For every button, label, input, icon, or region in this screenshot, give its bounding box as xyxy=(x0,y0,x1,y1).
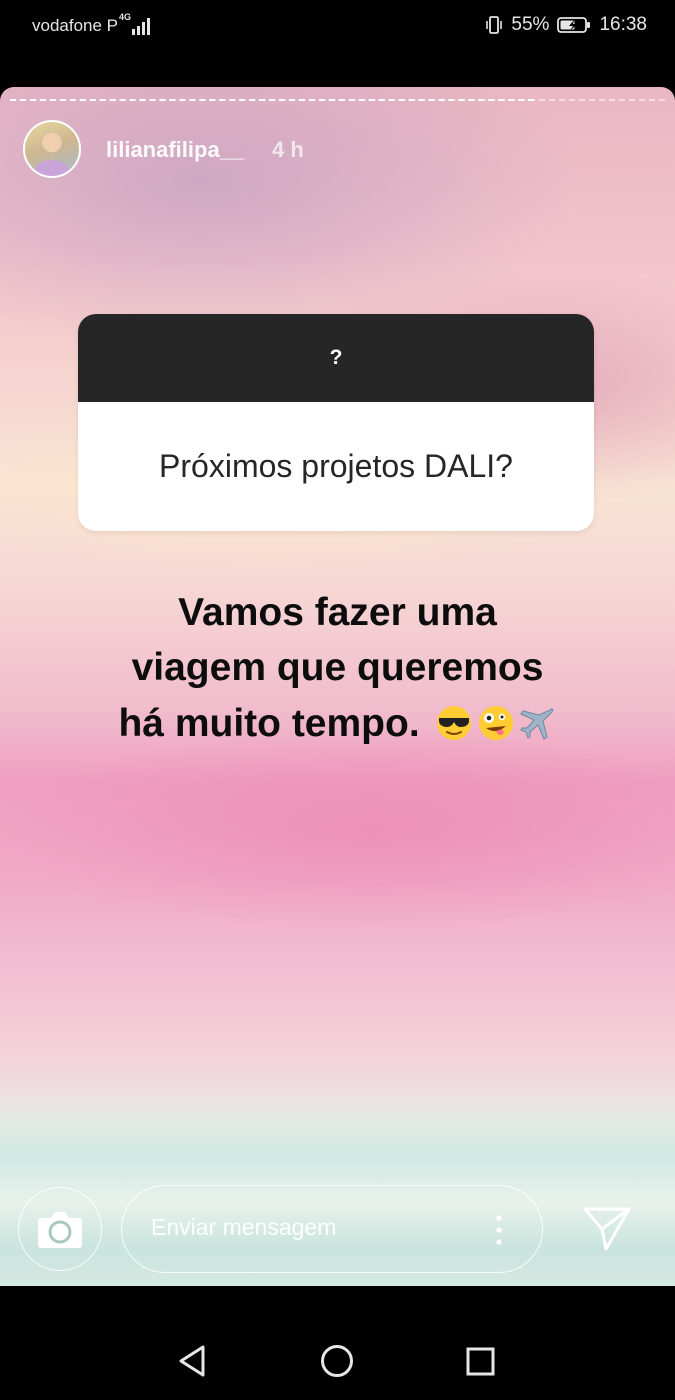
progress-fill xyxy=(10,99,534,101)
username[interactable]: lilianafilipa__ xyxy=(106,137,244,163)
home-icon[interactable] xyxy=(320,1344,354,1378)
story-progress-bar xyxy=(10,99,665,102)
signal-icon xyxy=(132,18,150,35)
carrier-name: vodafone P xyxy=(32,16,119,35)
recents-icon[interactable] xyxy=(466,1347,495,1376)
network-type: 4G xyxy=(119,12,132,22)
message-input[interactable]: Enviar mensagem xyxy=(121,1185,543,1273)
message-placeholder: Enviar mensagem xyxy=(151,1214,337,1240)
answer-text: Vamos fazer uma viagem que queremos há m… xyxy=(60,585,615,751)
answer-line: Vamos fazer uma xyxy=(178,591,497,634)
question-text: Próximos projetos DALI? xyxy=(78,402,594,531)
question-sticker: ? Próximos projetos DALI? xyxy=(78,314,594,531)
camera-icon xyxy=(38,1212,82,1248)
status-bar: vodafone P 4G 55% 16:38 xyxy=(0,0,675,52)
answer-line-with-emojis: há muito tempo. xyxy=(60,696,615,751)
battery-charging-icon xyxy=(557,17,591,33)
back-icon[interactable] xyxy=(176,1344,208,1378)
post-time: 4 h xyxy=(272,137,304,162)
vibrate-icon xyxy=(486,16,503,34)
story-view[interactable]: lilianafilipa__ 4 h ? Próximos projetos … xyxy=(0,87,675,1286)
clock: 16:38 xyxy=(599,14,647,35)
send-icon[interactable] xyxy=(582,1205,632,1253)
navigation-bar xyxy=(0,1286,675,1400)
question-sticker-header: ? xyxy=(78,314,594,402)
answer-line: viagem que queremos xyxy=(131,646,544,690)
airplane-emoji-icon xyxy=(519,708,553,740)
battery-percent: 55% xyxy=(511,14,550,35)
camera-button[interactable] xyxy=(18,1187,102,1271)
zany-face-emoji-icon xyxy=(478,705,513,740)
answer-line: há muito tempo. xyxy=(118,701,420,745)
sunglasses-emoji-icon xyxy=(436,705,471,740)
more-vertical-icon[interactable] xyxy=(496,1214,502,1246)
avatar[interactable] xyxy=(23,120,81,178)
